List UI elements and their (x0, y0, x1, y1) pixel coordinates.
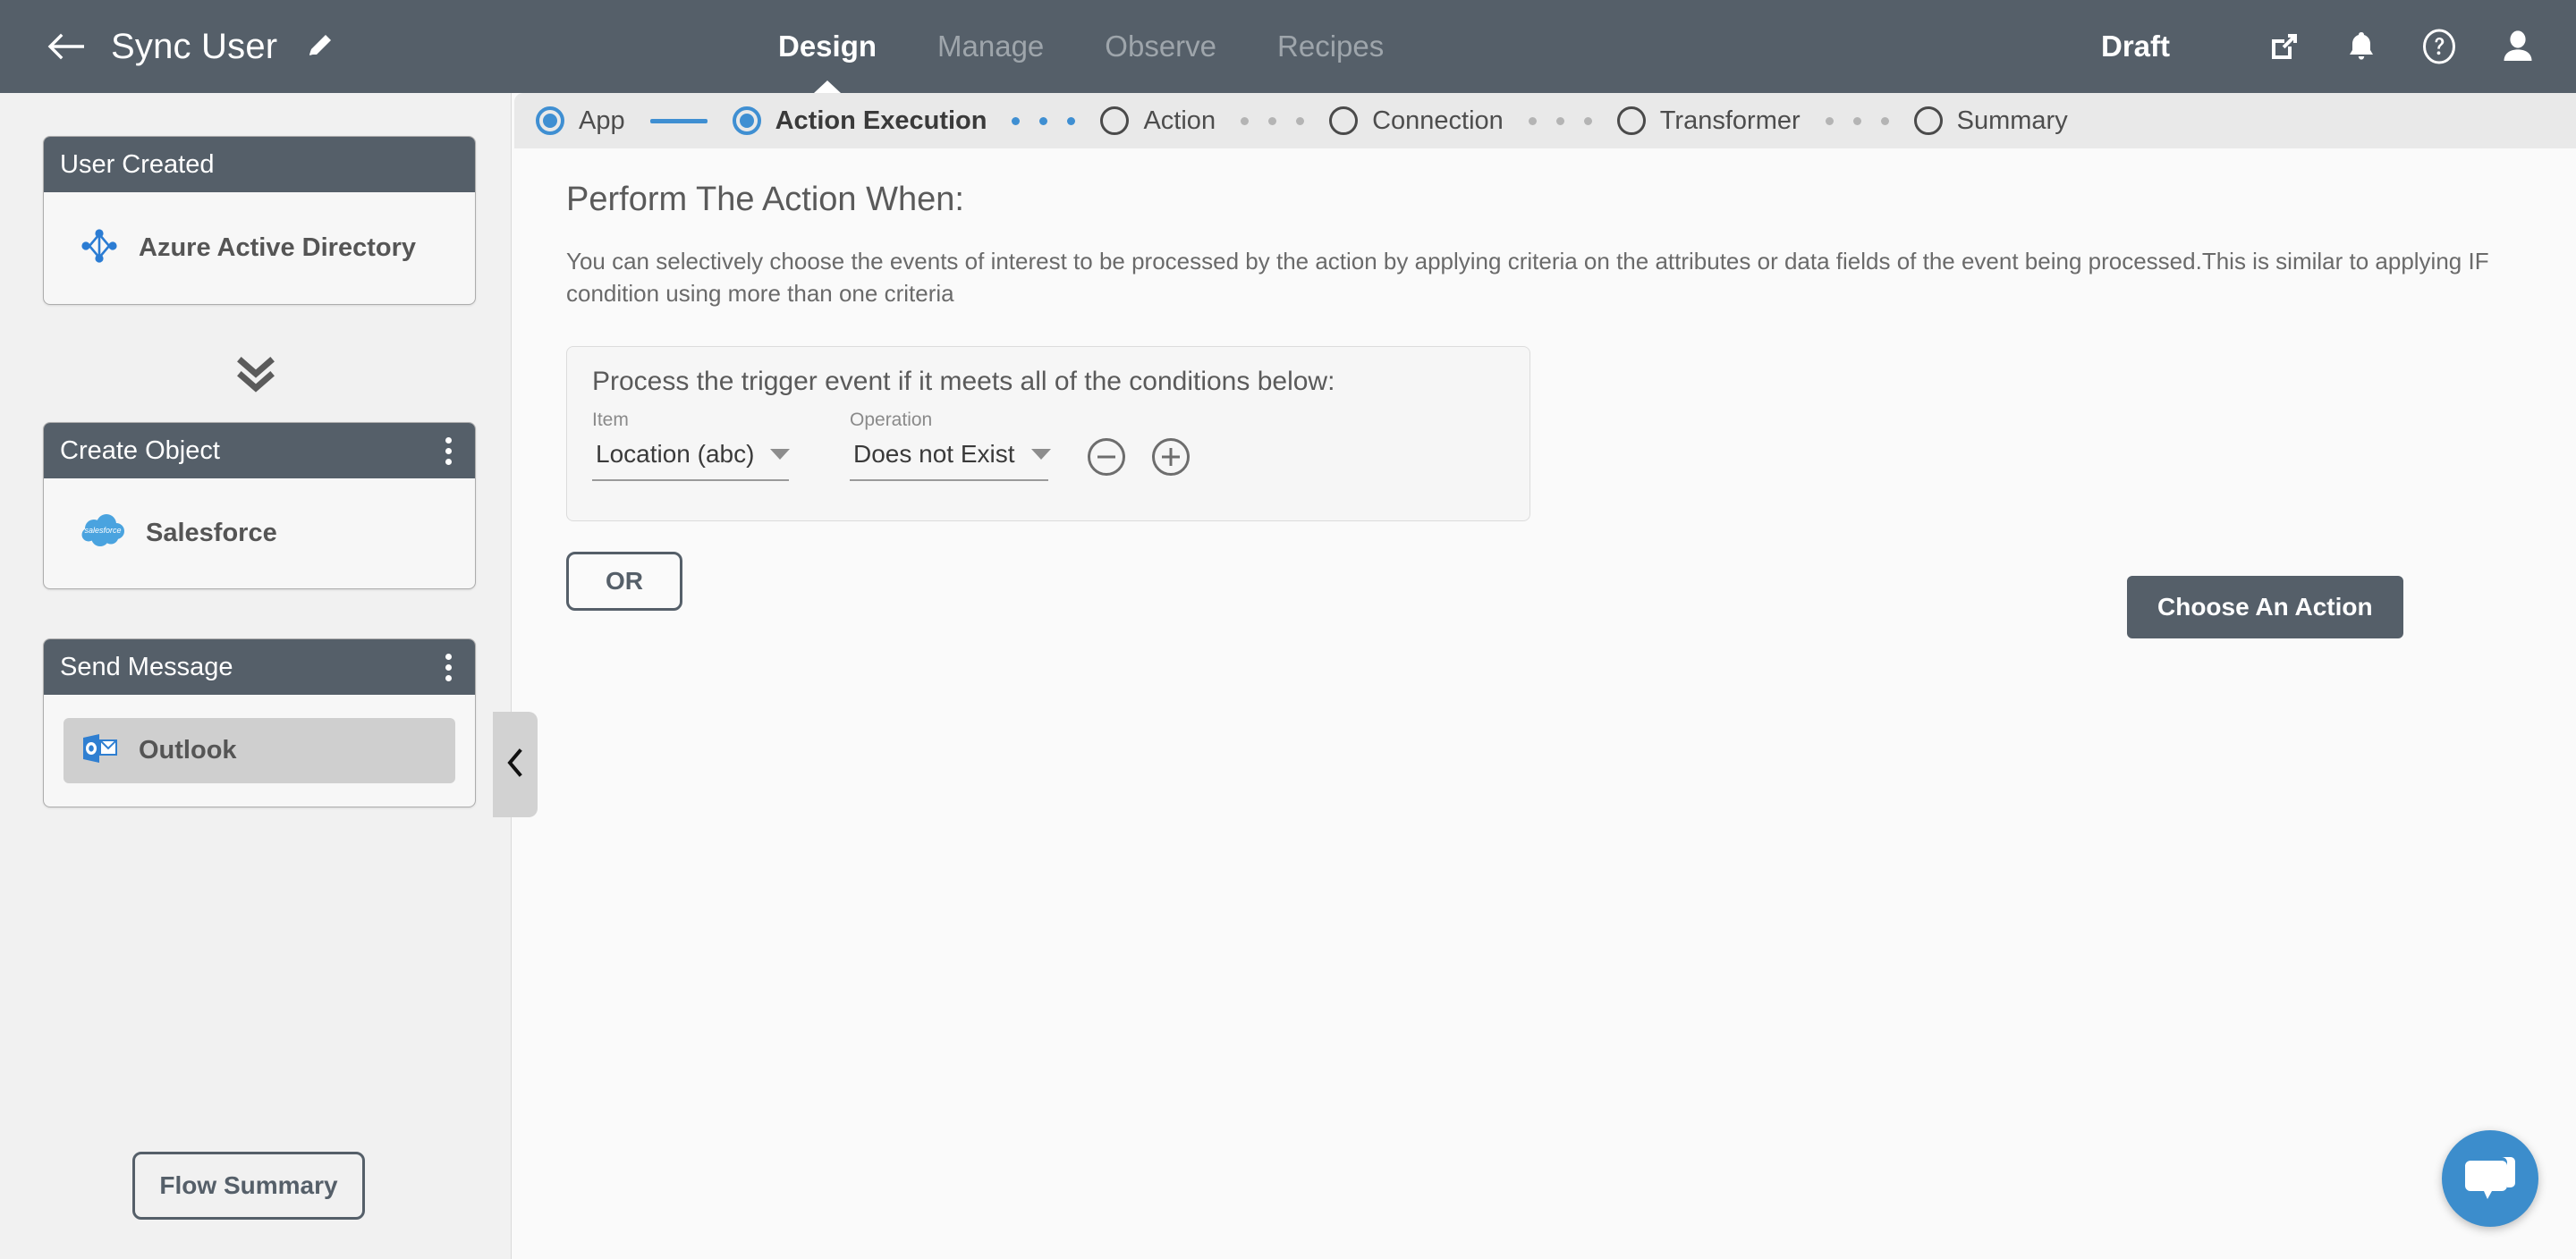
flow-card-user-created[interactable]: User Created Azure Active Directory (43, 136, 476, 305)
arrow-left-icon[interactable] (47, 29, 88, 64)
workflow-stepper: App Action Execution Action Connection T… (514, 93, 2576, 148)
tab-manage[interactable]: Manage (907, 0, 1074, 93)
condition-row: Item Location (abc) Operation Does not E… (592, 410, 1504, 481)
step-radio-complete-icon (536, 106, 564, 135)
app-name-label: Salesforce (146, 519, 277, 547)
flow-card-header: Send Message (44, 639, 475, 695)
flow-card-body: Outlook (44, 695, 475, 807)
user-avatar-icon[interactable] (2499, 28, 2537, 65)
app-row-azure-active-directory[interactable]: Azure Active Directory (64, 215, 455, 281)
condition-item-field: Item Location (abc) (592, 409, 791, 481)
plus-circle-icon[interactable] (1152, 437, 1190, 476)
flow-summary-button[interactable]: Flow Summary (132, 1152, 365, 1220)
tab-manage-label: Manage (937, 30, 1045, 63)
step-app[interactable]: App (536, 106, 625, 136)
condition-item-label: Item (592, 409, 629, 430)
flow-card-body: Azure Active Directory (44, 192, 475, 304)
flow-card-body: salesforce Salesforce (44, 478, 475, 588)
condition-panel-heading: Process the trigger event if it meets al… (592, 366, 1335, 396)
flow-card-title: Create Object (60, 435, 220, 465)
tab-observe[interactable]: Observe (1074, 0, 1247, 93)
tab-recipes[interactable]: Recipes (1247, 0, 1414, 93)
page-title: Perform The Action When: (566, 181, 964, 218)
app-row-outlook[interactable]: Outlook (64, 718, 455, 783)
step-connector-dots (1241, 116, 1305, 125)
step-transformer[interactable]: Transformer (1616, 106, 1801, 136)
condition-panel: Process the trigger event if it meets al… (566, 345, 1530, 521)
step-summary-label: Summary (1956, 106, 2068, 135)
azure-active-directory-icon (80, 228, 119, 268)
step-action[interactable]: Action (1100, 106, 1216, 136)
step-radio-pending-icon (1913, 106, 1943, 135)
step-radio-pending-icon (1616, 106, 1646, 135)
step-radio-current-icon (732, 106, 761, 135)
step-action-execution[interactable]: Action Execution (732, 106, 987, 136)
step-connector-line (649, 118, 708, 123)
step-connector-dots (1012, 116, 1076, 125)
condition-operation-value: Does not Exist (853, 439, 1015, 468)
app-name-label: Azure Active Directory (139, 233, 416, 262)
condition-operation-select[interactable]: Does not Exist (850, 439, 1051, 481)
page-description: You can selectively choose the events of… (566, 248, 2489, 307)
or-button[interactable]: OR (566, 551, 682, 611)
flow-sidebar: User Created Azure Active Directory Crea… (0, 93, 512, 1259)
card-menu-kebab-icon[interactable] (442, 650, 455, 685)
pencil-icon[interactable] (304, 31, 335, 62)
app-name-label: Outlook (139, 736, 237, 765)
status-badge: Draft (2100, 30, 2170, 63)
chevron-left-icon (505, 748, 525, 782)
application-root: Sync User Design Manage Observe Recipes (0, 0, 2576, 1259)
condition-operation-field: Operation Does not Exist (850, 409, 1051, 481)
svg-text:salesforce: salesforce (84, 526, 121, 535)
help-circle-icon[interactable] (2420, 28, 2458, 65)
flow-card-header: Create Object (44, 423, 475, 478)
app-row-salesforce[interactable]: salesforce Salesforce (64, 502, 455, 565)
external-link-icon[interactable] (2267, 29, 2302, 64)
step-transformer-label: Transformer (1659, 106, 1801, 135)
step-summary[interactable]: Summary (1913, 106, 2068, 136)
step-connector-dots (1528, 116, 1592, 125)
condition-row-actions (1088, 437, 1190, 481)
flow-title: Sync User (111, 26, 278, 66)
flow-card-header: User Created (44, 137, 475, 192)
step-app-label: App (579, 106, 625, 135)
outlook-icon (80, 731, 119, 771)
tab-design-label: Design (778, 30, 877, 63)
condition-item-select[interactable]: Location (abc) (592, 439, 791, 481)
flow-card-create-object[interactable]: Create Object salesforce Salesforce (43, 422, 476, 589)
step-radio-pending-icon (1100, 106, 1130, 135)
chat-bubble-icon (2462, 1153, 2518, 1205)
flow-card-title: Send Message (60, 652, 233, 681)
flow-card-title: User Created (60, 149, 215, 179)
choose-an-action-button[interactable]: Choose An Action (2127, 576, 2403, 638)
header-left-group: Sync User (0, 27, 335, 67)
sidebar-collapse-handle[interactable] (493, 712, 538, 817)
header-right-group: Draft (2101, 0, 2537, 93)
condition-item-value: Location (abc) (596, 439, 755, 468)
step-connection[interactable]: Connection (1329, 106, 1504, 136)
condition-operation-label: Operation (850, 409, 933, 430)
double-chevron-down-icon (0, 354, 512, 395)
tab-observe-label: Observe (1105, 30, 1217, 63)
minus-circle-icon[interactable] (1088, 437, 1125, 476)
top-header-bar: Sync User Design Manage Observe Recipes (0, 0, 2576, 93)
chevron-down-icon (770, 448, 791, 460)
tab-recipes-label: Recipes (1277, 30, 1385, 63)
main-content: Perform The Action When: You can selecti… (514, 148, 2576, 1259)
bell-icon[interactable] (2343, 29, 2379, 64)
step-connection-label: Connection (1372, 106, 1504, 135)
step-action-label: Action (1143, 106, 1216, 135)
chevron-down-icon (1030, 448, 1051, 460)
tab-design[interactable]: Design (748, 0, 907, 93)
card-menu-kebab-icon[interactable] (442, 434, 455, 469)
salesforce-icon: salesforce (80, 514, 126, 553)
step-radio-pending-icon (1329, 106, 1359, 135)
chat-widget-button[interactable] (2442, 1130, 2538, 1227)
step-action-execution-label: Action Execution (775, 106, 987, 135)
step-connector-dots (1825, 116, 1889, 125)
primary-nav-tabs: Design Manage Observe Recipes (748, 0, 1414, 93)
flow-card-send-message[interactable]: Send Message Outlook (43, 638, 476, 807)
